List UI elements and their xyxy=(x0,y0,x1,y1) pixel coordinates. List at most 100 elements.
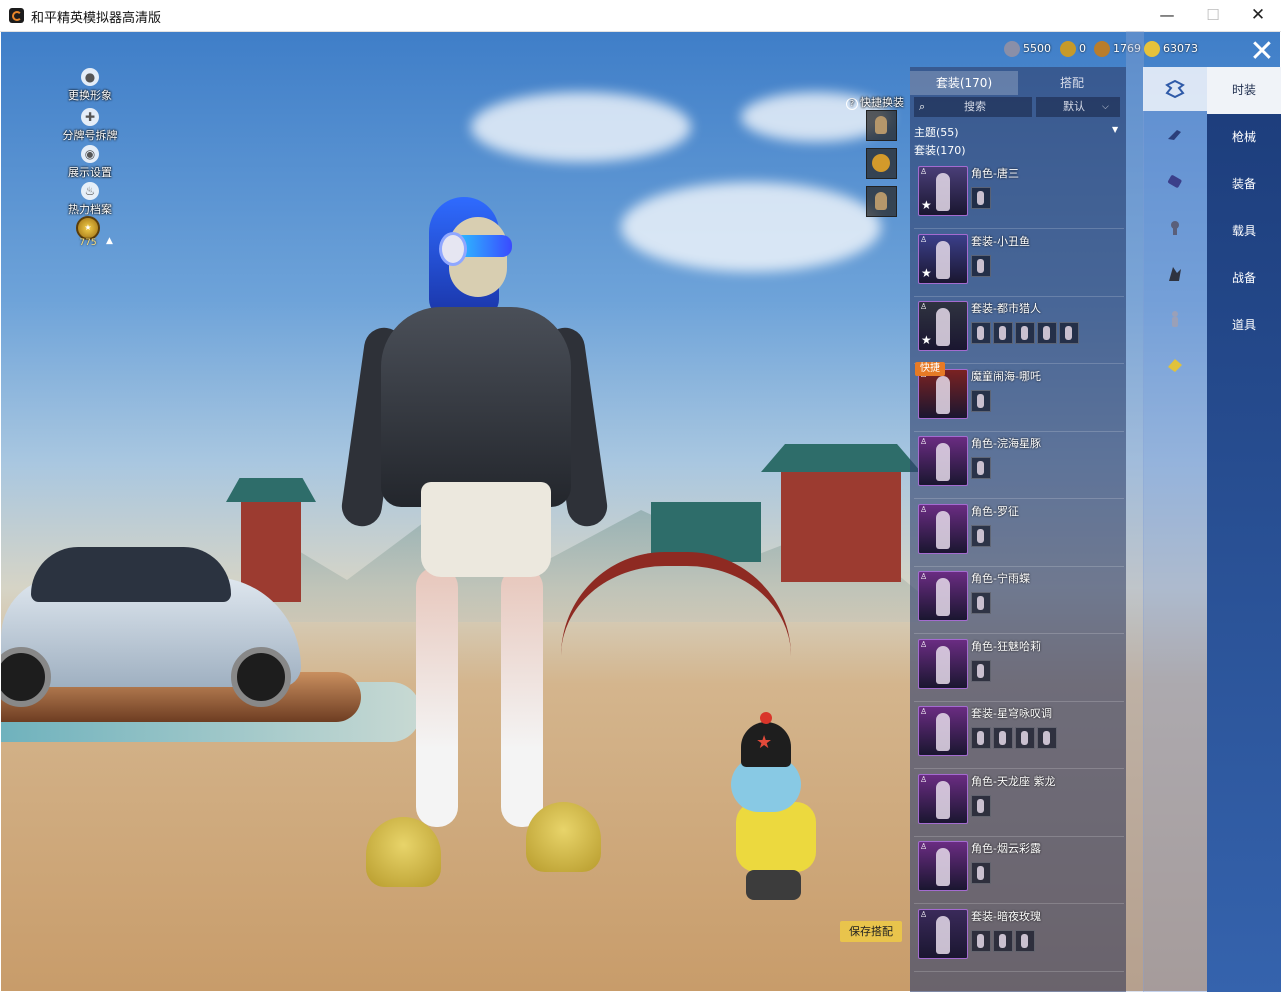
outfit-name: 角色-唐三 xyxy=(971,167,1019,180)
filter-theme[interactable]: 主题(55) xyxy=(914,124,959,140)
window-close-button[interactable]: ✕ xyxy=(1235,0,1281,31)
outfit-part-thumbnail[interactable] xyxy=(971,794,991,817)
display-settings-button[interactable]: ◉ 展示设置 xyxy=(60,145,120,180)
outfit-part-thumbnail[interactable] xyxy=(971,187,991,209)
vehicle-icon xyxy=(1171,221,1179,235)
save-combo-button[interactable]: 保存搭配 xyxy=(840,921,902,942)
rarity-mark-icon: ♙ xyxy=(920,437,928,446)
outfit-part-thumbnail[interactable] xyxy=(993,727,1013,749)
category-fashion[interactable]: 时装 xyxy=(1207,67,1281,114)
outfit-thumbnail: ♙ xyxy=(918,908,968,959)
vehicle-subcategory[interactable] xyxy=(1143,205,1207,249)
window-titlebar: 和平精英模拟器高清版 — ☐ ✕ xyxy=(0,0,1281,32)
outfit-part-thumbnail[interactable] xyxy=(1059,322,1079,344)
outfit-thumbnail: ♙ xyxy=(918,571,968,621)
category-vehicles[interactable]: 载具 xyxy=(1207,208,1281,255)
outfit-part-thumbnail[interactable] xyxy=(993,929,1013,952)
quick-swap-slot[interactable] xyxy=(866,186,897,217)
player-character[interactable] xyxy=(339,197,610,897)
sort-dropdown[interactable]: 默认 ⌵ xyxy=(1036,97,1120,117)
outfit-part-thumbnail[interactable] xyxy=(1015,322,1035,344)
quick-tag-badge: 快捷 xyxy=(915,361,945,376)
outfit-list-item[interactable]: ♙ ★ 角色-唐三 xyxy=(914,162,1124,229)
quick-swap-slot[interactable] xyxy=(866,110,897,141)
outfit-part-thumbnail[interactable] xyxy=(1015,929,1035,952)
pet-companion[interactable] xyxy=(721,712,831,912)
outfit-part-thumbnail[interactable] xyxy=(971,457,991,479)
outfit-part-thumbnail[interactable] xyxy=(1037,727,1057,749)
outfit-thumbnail: ♙ ★ xyxy=(918,233,968,284)
outfit-name: 套装-都市猎人 xyxy=(971,302,1041,315)
outfit-part-thumbnail[interactable] xyxy=(971,727,991,749)
maximize-button[interactable]: ☐ xyxy=(1190,0,1236,31)
outfit-list-item[interactable]: ♙ 角色-浣海星豚 xyxy=(914,432,1124,499)
outfit-part-thumbnail[interactable] xyxy=(971,389,991,412)
tab-combos[interactable]: 搭配 xyxy=(1018,71,1126,95)
filter-set[interactable]: 套装(170) xyxy=(914,142,966,158)
outfit-part-thumbnail[interactable] xyxy=(971,659,991,682)
minimize-button[interactable]: — xyxy=(1144,0,1190,31)
favorite-star-icon: ★ xyxy=(921,333,932,347)
rarity-mark-icon: ♙ xyxy=(920,167,928,176)
help-icon[interactable]: ? xyxy=(846,98,858,110)
outfit-list-item[interactable]: ♙ ★ 套装-小丑鱼 xyxy=(914,230,1124,297)
outfit-list-item[interactable]: ♙ 套装-星穹咏叹调 xyxy=(914,702,1124,769)
outfit-part-thumbnail[interactable] xyxy=(971,524,991,547)
change-appearance-button[interactable]: ● 更换形象 xyxy=(60,68,120,103)
heat-profile-button[interactable]: ♨ 热力档案 xyxy=(60,182,120,217)
cards-icon: ✚ xyxy=(81,108,99,126)
rarity-mark-icon: ♙ xyxy=(920,909,928,919)
outfit-list-item[interactable]: ♙ 套装-暗夜玫瑰 xyxy=(914,905,1124,972)
outfit-name: 角色-浣海星豚 xyxy=(971,437,1041,450)
outfit-thumbnail: ♙ xyxy=(918,368,968,419)
level-up-arrow-icon: ▲ xyxy=(106,236,113,246)
quick-swap-slot[interactable] xyxy=(866,148,897,179)
outfit-list-item[interactable]: ♙ 角色-宁雨蝶 xyxy=(914,567,1124,634)
outfit-list-item[interactable]: ♙ 角色-天龙座 紫龙 xyxy=(914,770,1124,837)
outfit-list-item[interactable]: ♙ 角色-狂魅哈莉 xyxy=(914,635,1124,702)
dropdown-caret-icon[interactable]: ▼ xyxy=(1112,125,1118,134)
outfit-list-item[interactable]: ♙ ★ 套装-都市猎人 xyxy=(914,297,1124,364)
pet-subcategory[interactable] xyxy=(1143,251,1207,295)
split-card-button[interactable]: ✚ 分牌号拆牌 xyxy=(60,108,120,143)
category-guns[interactable]: 枪械 xyxy=(1207,114,1281,161)
close-panel-button[interactable]: ✕ xyxy=(1244,36,1280,68)
outfit-name: 角色-罗征 xyxy=(971,504,1019,518)
search-icon: ⌕ xyxy=(919,100,926,113)
outfit-part-thumbnail[interactable] xyxy=(1037,322,1057,344)
category-battle-prep[interactable]: 战备 xyxy=(1207,255,1281,302)
pet-icon xyxy=(1169,267,1181,281)
outfit-part-thumbnail[interactable] xyxy=(971,254,991,277)
outfit-part-thumbnail[interactable] xyxy=(971,322,991,344)
outfit-list-item[interactable]: ♙ 角色-烟云彩露 xyxy=(914,837,1124,904)
outfit-part-thumbnail[interactable] xyxy=(1015,727,1035,749)
outfit-part-thumbnail[interactable] xyxy=(971,862,991,884)
outfit-thumbnail: ♙ xyxy=(918,841,968,891)
rarity-mark-icon: ♙ xyxy=(920,504,928,514)
figure-subcategory[interactable] xyxy=(1143,297,1207,341)
sports-car[interactable] xyxy=(1,537,311,717)
chevron-down-icon: ⌵ xyxy=(1102,102,1109,112)
pavilion-roof xyxy=(761,444,921,472)
category-equipment[interactable]: 装备 xyxy=(1207,161,1281,208)
category-items[interactable]: 道具 xyxy=(1207,302,1281,349)
rarity-mark-icon: ♙ xyxy=(920,707,928,716)
level-badge-icon[interactable]: ★ xyxy=(76,216,100,240)
outfit-thumbnail: ♙ xyxy=(918,638,968,689)
rarity-mark-icon: ♙ xyxy=(920,639,928,649)
outfit-list-item[interactable]: ♙ 角色-罗征 xyxy=(914,500,1124,567)
outfit-list-item[interactable]: ♙魔童闹海-哪吒 快捷 xyxy=(914,361,1124,432)
search-input[interactable]: ⌕ 搜索 xyxy=(914,97,1032,117)
tab-outfits[interactable]: 套装(170) xyxy=(910,71,1018,95)
window-title: 和平精英模拟器高清版 xyxy=(31,11,162,26)
item-subcategory[interactable] xyxy=(1143,343,1207,387)
cloud xyxy=(621,182,881,272)
gun-subcategory[interactable] xyxy=(1143,113,1207,157)
rarity-mark-icon: ♙ xyxy=(920,234,928,244)
outfit-part-thumbnail[interactable] xyxy=(971,592,991,614)
outfit-icon xyxy=(1165,79,1185,99)
outfit-part-thumbnail[interactable] xyxy=(971,929,991,952)
outfit-subcategory[interactable] xyxy=(1143,67,1207,111)
gear-subcategory[interactable] xyxy=(1143,159,1207,203)
outfit-part-thumbnail[interactable] xyxy=(993,322,1013,344)
